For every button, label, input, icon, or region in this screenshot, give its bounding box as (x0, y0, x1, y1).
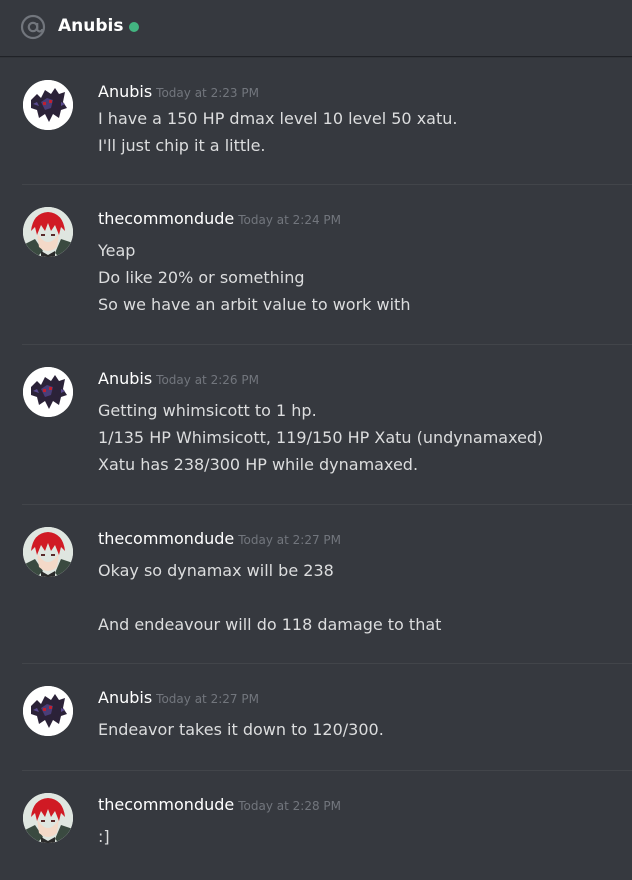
red-hair-anime-avatar-icon (23, 527, 73, 577)
timestamp: Today at 2:24 PM (238, 213, 341, 227)
message-group: Anubis Today at 2:26 PM Getting whimsicot… (0, 345, 632, 505)
author-name[interactable]: thecommondude (98, 795, 234, 814)
avatar[interactable] (23, 207, 73, 257)
timestamp: Today at 2:27 PM (156, 692, 259, 706)
message-line: Do like 20% or something (98, 268, 305, 287)
author-name[interactable]: thecommondude (98, 209, 234, 228)
bat-pixel-avatar-icon (23, 80, 73, 130)
message-group: thecommondude Today at 2:28 PM :] (0, 771, 632, 880)
author-name[interactable]: thecommondude (98, 529, 234, 548)
timestamp: Today at 2:27 PM (238, 533, 341, 547)
message-line: Xatu has 238/300 HP while dynamaxed. (98, 455, 419, 474)
message-line: I have a 150 HP dmax level 10 level 50 x… (98, 109, 458, 128)
timestamp: Today at 2:28 PM (238, 799, 341, 813)
message-content: Okay so dynamax will be 238 And endeavou… (98, 557, 441, 638)
message-line: Getting whimsicott to 1 hp. (98, 401, 317, 420)
message-line: :] (98, 827, 110, 846)
author-name[interactable]: Anubis (98, 688, 152, 707)
username[interactable]: Anubis Today at 2:26 PM (98, 368, 259, 391)
channel-title: Anubis (58, 16, 124, 36)
message-line: 1/135 HP Whimsicott, 119/150 HP Xatu (un… (98, 428, 544, 447)
message-content: :] (98, 823, 110, 850)
avatar[interactable] (23, 527, 73, 577)
username[interactable]: thecommondude Today at 2:28 PM (98, 794, 341, 817)
message-line (98, 584, 441, 611)
message-line: Yeap (98, 241, 136, 260)
message-group: Anubis Today at 2:23 PM I have a 150 HP d… (0, 58, 632, 185)
bat-pixel-avatar-icon (23, 367, 73, 417)
message-line: And endeavour will do 118 damage to that (98, 615, 442, 634)
online-status-dot (129, 22, 139, 32)
at-icon (20, 14, 46, 40)
message-list: Anubis Today at 2:23 PM I have a 150 HP d… (0, 58, 632, 880)
red-hair-anime-avatar-icon (23, 793, 73, 843)
message-group: thecommondude Today at 2:24 PM Yeap Do li… (0, 185, 632, 345)
message-content: Endeavor takes it down to 120/300. (98, 716, 384, 743)
message-line: Okay so dynamax will be 238 (98, 561, 334, 580)
username[interactable]: Anubis Today at 2:23 PM (98, 81, 259, 104)
message-content: Getting whimsicott to 1 hp. 1/135 HP Whi… (98, 397, 543, 478)
channel-header: Anubis (0, 0, 632, 56)
red-hair-anime-avatar-icon (23, 207, 73, 257)
avatar[interactable] (23, 80, 73, 130)
message-content: I have a 150 HP dmax level 10 level 50 x… (98, 105, 457, 159)
username[interactable]: thecommondude Today at 2:27 PM (98, 528, 341, 551)
message-line: So we have an arbit value to work with (98, 295, 411, 314)
message-group: Anubis Today at 2:27 PM Endeavor takes it… (0, 664, 632, 771)
message-line: I'll just chip it a little. (98, 136, 266, 155)
avatar[interactable] (23, 367, 73, 417)
timestamp: Today at 2:26 PM (156, 373, 259, 387)
username[interactable]: thecommondude Today at 2:24 PM (98, 208, 341, 231)
message-content: Yeap Do like 20% or something So we have… (98, 237, 410, 318)
bat-pixel-avatar-icon (23, 686, 73, 736)
avatar[interactable] (23, 686, 73, 736)
username[interactable]: Anubis Today at 2:27 PM (98, 687, 259, 710)
avatar[interactable] (23, 793, 73, 843)
message-line: Endeavor takes it down to 120/300. (98, 720, 384, 739)
author-name[interactable]: Anubis (98, 82, 152, 101)
message-group: thecommondude Today at 2:27 PM Okay so dy… (0, 505, 632, 664)
timestamp: Today at 2:23 PM (156, 86, 259, 100)
author-name[interactable]: Anubis (98, 369, 152, 388)
